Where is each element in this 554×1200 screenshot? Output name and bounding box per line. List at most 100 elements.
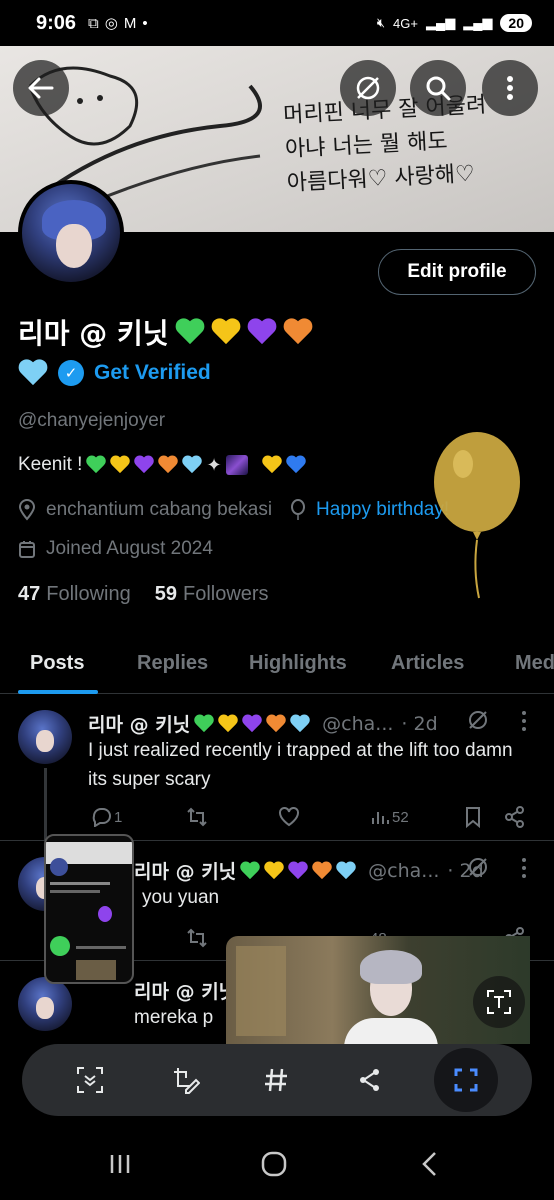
- like-icon: [279, 807, 299, 827]
- back-arrow-icon: [28, 77, 54, 99]
- following-label: Following: [46, 583, 131, 605]
- purple-heart-icon: [247, 317, 277, 347]
- display-name-row: 리마 @ 키닛: [18, 312, 313, 352]
- light-blue-heart-icon: [336, 861, 356, 881]
- tag-button[interactable]: [254, 1058, 298, 1102]
- light-blue-heart-icon: [290, 714, 310, 734]
- display-name: 리마 @ 키닛: [18, 317, 169, 350]
- view-count: 52: [392, 808, 409, 826]
- light-blue-heart-icon: [182, 455, 202, 475]
- following-link[interactable]: 47 Following: [18, 583, 131, 606]
- tab-highlights[interactable]: Highlights: [249, 652, 347, 675]
- video-hair: [360, 950, 422, 984]
- green-heart-icon: [240, 861, 260, 881]
- yellow-heart-icon: [264, 861, 284, 881]
- followers-link[interactable]: 59 Followers: [155, 583, 269, 606]
- thumb-line: [76, 946, 126, 949]
- scroll-capture-button[interactable]: [68, 1058, 112, 1102]
- thumb-heart: [50, 936, 70, 956]
- retweet-button[interactable]: [186, 928, 208, 948]
- grok-icon[interactable]: [466, 855, 490, 879]
- post-time: · 2d: [401, 712, 438, 735]
- post-more-icon[interactable]: [520, 710, 528, 732]
- profile-avatar[interactable]: [18, 180, 124, 286]
- system-nav-bar: [0, 1128, 554, 1200]
- tab-replies[interactable]: Replies: [137, 652, 208, 675]
- post-header: 리마 @ 키닛 @cha... · 2d: [134, 857, 484, 884]
- tab-articles[interactable]: Articles: [391, 652, 464, 675]
- post-more-icon[interactable]: [520, 857, 528, 879]
- status-bar: 9:06 ⧉ ◎ M • 🔇︎ 4G+ ▂▄▆ ▂▄▆ 20: [0, 0, 554, 46]
- verified-icon: ✓: [58, 360, 84, 386]
- post-avatar[interactable]: [18, 710, 72, 764]
- text-scan-icon: [487, 990, 511, 1014]
- profile-meta-row: enchantium cabang bekasi Happy birthday!: [18, 499, 449, 521]
- post-author-name: 리마 @ 키닛: [134, 861, 237, 883]
- yellow-heart-icon: [218, 714, 238, 734]
- screenshot-icon: ⧉: [88, 14, 99, 32]
- back-nav-button[interactable]: [408, 1146, 452, 1182]
- location-text: enchantium cabang bekasi: [46, 499, 273, 520]
- tab-posts[interactable]: Posts: [30, 652, 84, 675]
- tab-media[interactable]: Media: [515, 652, 554, 675]
- reply-button[interactable]: 1: [90, 807, 122, 827]
- thumb-balloon: [98, 906, 112, 922]
- back-chevron-icon: [422, 1152, 436, 1176]
- share-screenshot-button[interactable]: [348, 1058, 392, 1102]
- whatsapp-icon: ◎: [104, 15, 118, 32]
- blue-heart-icon: [286, 455, 306, 475]
- home-button[interactable]: [252, 1146, 296, 1182]
- like-button[interactable]: [278, 807, 300, 827]
- green-heart-icon: [194, 714, 214, 734]
- notification-icons: ⧉ ◎ M •: [88, 14, 148, 33]
- views-button[interactable]: 52: [370, 808, 409, 826]
- share-icon[interactable]: [504, 806, 526, 828]
- signal-icon-2: ▂▄▆: [463, 15, 493, 30]
- post-avatar[interactable]: [18, 977, 72, 1031]
- retweet-button[interactable]: [186, 807, 208, 827]
- purple-heart-icon: [242, 714, 262, 734]
- screenshot-thumbnail[interactable]: [44, 834, 134, 984]
- extract-text-button[interactable]: [473, 976, 525, 1028]
- edit-profile-button[interactable]: Edit profile: [378, 249, 536, 295]
- orange-heart-icon: [266, 714, 286, 734]
- more-button[interactable]: [482, 60, 538, 116]
- scroll-capture-icon: [77, 1067, 103, 1093]
- edit-screenshot-button[interactable]: [164, 1058, 208, 1102]
- followers-label: Followers: [182, 583, 269, 605]
- reply-count: 1: [114, 808, 123, 826]
- post-actions: 1 52: [88, 806, 528, 828]
- recent-apps-button[interactable]: [98, 1146, 142, 1182]
- retweet-icon: [187, 928, 207, 948]
- gmail-icon: M: [123, 14, 137, 32]
- views-icon: [372, 812, 389, 824]
- thumb-avatar: [50, 858, 68, 876]
- back-button[interactable]: [13, 60, 69, 116]
- post-header: 리마 @ 키닛 @cha... · 2d: [88, 710, 438, 737]
- post[interactable]: 리마 @ 키닛 @cha... · 2d I just realized rec…: [0, 700, 554, 840]
- more-icon: [507, 76, 513, 100]
- video-shirt: [344, 1018, 438, 1044]
- avatar-face: [56, 224, 92, 268]
- get-verified-link[interactable]: Get Verified: [94, 361, 211, 385]
- hashtag-icon: [265, 1068, 287, 1092]
- birthday-balloon-icon: [434, 432, 520, 599]
- grok-icon[interactable]: [466, 708, 490, 732]
- capture-button[interactable]: [434, 1048, 498, 1112]
- joined-text: Joined August 2024: [46, 538, 213, 559]
- bookmark-icon[interactable]: [464, 806, 482, 828]
- thumb-line: [50, 890, 100, 893]
- network-label: 4G+: [393, 15, 418, 31]
- active-tab-indicator: [18, 690, 98, 694]
- search-button[interactable]: [410, 60, 466, 116]
- joined-row: Joined August 2024: [18, 538, 213, 560]
- hide-button[interactable]: [340, 60, 396, 116]
- birthday-link[interactable]: Happy birthday!: [316, 499, 449, 521]
- thumb-video: [76, 960, 116, 980]
- reply-icon: [92, 808, 111, 827]
- profile-bio: Keenit ! ✦: [18, 454, 306, 476]
- post-handle: @cha...: [368, 859, 440, 882]
- battery-indicator: 20: [500, 14, 532, 32]
- balloon-icon: [291, 499, 306, 520]
- orange-heart-icon: [158, 455, 178, 475]
